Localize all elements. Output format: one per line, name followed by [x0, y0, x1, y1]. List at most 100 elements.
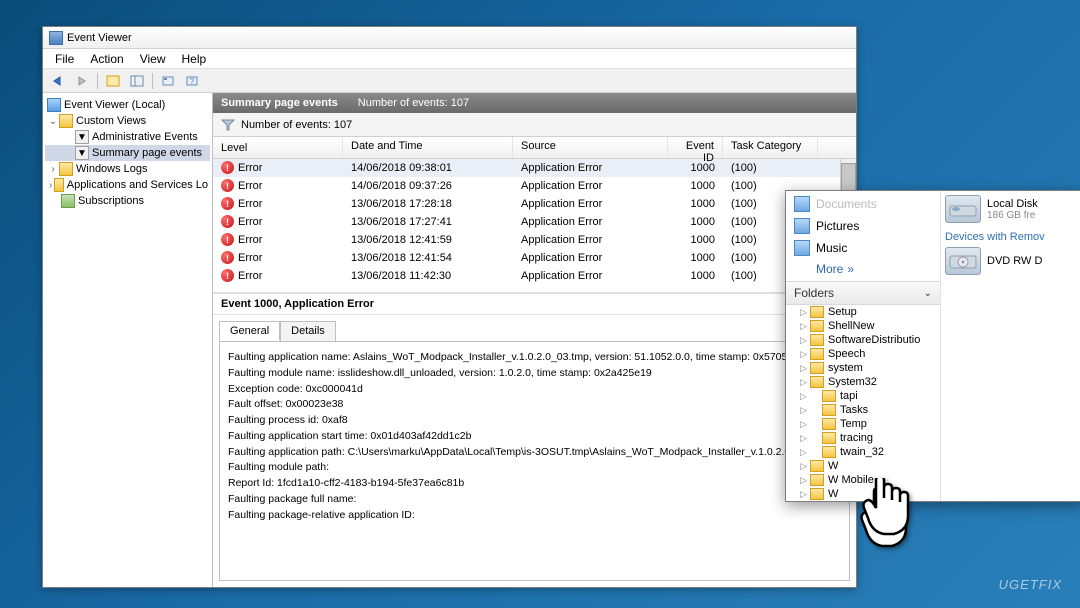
event-table[interactable]: Level Date and Time Source Event ID Task…	[213, 137, 856, 292]
expand-icon[interactable]: ▷	[800, 377, 810, 388]
error-icon: !	[221, 161, 234, 174]
expand-icon[interactable]: ▷	[800, 363, 810, 374]
help-button[interactable]: ?	[181, 71, 203, 91]
tree-app-services[interactable]: › Applications and Services Lo	[45, 177, 210, 193]
folders-list[interactable]: ▷ Setup▷ShellNew▷SoftwareDistributio▷Spee…	[786, 305, 940, 501]
expand-icon[interactable]: ›	[47, 180, 54, 191]
details-content[interactable]: Faulting application name: Aslains_WoT_M…	[219, 341, 850, 581]
folder-item[interactable]: ▷SoftwareDistributio	[786, 333, 940, 347]
cell-eventid: 1000	[668, 215, 723, 229]
panel-button[interactable]	[126, 71, 148, 91]
menu-view[interactable]: View	[132, 50, 174, 68]
expand-icon[interactable]: ▷	[800, 419, 810, 430]
tab-details[interactable]: Details	[280, 321, 336, 341]
tree-admin-events[interactable]: ▼ Administrative Events	[45, 129, 210, 145]
folder-item[interactable]: ▷twain_32	[786, 445, 940, 459]
nav-music[interactable]: Music	[786, 237, 940, 259]
cell-source: Application Error	[513, 197, 668, 211]
detail-line: Faulting package-relative application ID…	[228, 508, 841, 524]
cell-date: 13/06/2018 12:41:59	[343, 233, 513, 247]
folder-item[interactable]: ▷System32	[786, 375, 940, 389]
table-row[interactable]: !Error 13/06/2018 17:27:41 Application E…	[213, 213, 856, 231]
expand-icon[interactable]: ▷	[800, 475, 810, 486]
collapse-icon[interactable]: ⌄	[47, 116, 59, 127]
folder-icon	[810, 334, 824, 346]
filter-icon: ▼	[75, 130, 89, 144]
cell-source: Application Error	[513, 161, 668, 175]
col-eventid[interactable]: Event ID	[668, 137, 723, 158]
table-row[interactable]: !Error 13/06/2018 12:41:59 Application E…	[213, 231, 856, 249]
back-button[interactable]	[47, 71, 69, 91]
detail-line: Fault offset: 0x00023e38	[228, 397, 841, 413]
explorer-content[interactable]: Local Disk 186 GB fre Devices with Remov…	[941, 191, 1080, 501]
dvd-drive[interactable]: DVD RW D	[945, 247, 1080, 275]
folder-label: Setup	[828, 306, 857, 318]
menu-file[interactable]: File	[47, 50, 82, 68]
expand-icon[interactable]: ▷	[800, 433, 810, 444]
folder-item[interactable]: ▷Tasks	[786, 403, 940, 417]
folders-header[interactable]: Folders ⌄	[786, 281, 940, 305]
folder-item[interactable]: ▷tracing	[786, 431, 940, 445]
nav-documents[interactable]: Documents	[786, 193, 940, 215]
folder-item[interactable]: ▷system	[786, 361, 940, 375]
col-date[interactable]: Date and Time	[343, 137, 513, 158]
details-tabs: General Details	[213, 315, 856, 341]
chevron-down-icon: ⌄	[924, 288, 932, 299]
expand-icon[interactable]: ▷	[800, 447, 810, 458]
menu-help[interactable]: Help	[174, 50, 215, 68]
header-count: Number of events: 107	[358, 97, 469, 109]
detail-line: Faulting module path:	[228, 460, 841, 476]
folder-label: Temp	[840, 418, 867, 430]
cell-source: Application Error	[513, 269, 668, 283]
nav-more[interactable]: More »	[786, 259, 940, 279]
expand-icon[interactable]: ▷	[800, 349, 810, 360]
separator	[152, 73, 153, 89]
col-source[interactable]: Source	[513, 137, 668, 158]
expand-icon[interactable]: ▷	[800, 461, 810, 472]
folder-item[interactable]: ▷W	[786, 459, 940, 473]
col-task[interactable]: Task Category	[723, 137, 818, 158]
tree-windows-logs[interactable]: › Windows Logs	[45, 161, 210, 177]
properties-button[interactable]	[157, 71, 179, 91]
folder-icon	[810, 488, 824, 500]
expand-icon[interactable]: ▷	[800, 321, 810, 332]
tab-general[interactable]: General	[219, 321, 280, 341]
folder-icon	[810, 320, 824, 332]
expand-icon[interactable]: ▷	[800, 489, 810, 500]
col-level[interactable]: Level	[213, 137, 343, 158]
table-row[interactable]: !Error 13/06/2018 12:41:54 Application E…	[213, 249, 856, 267]
nav-pictures[interactable]: Pictures	[786, 215, 940, 237]
expand-icon[interactable]: ›	[47, 164, 59, 175]
local-disk[interactable]: Local Disk 186 GB fre	[945, 195, 1080, 223]
folder-label: tapi	[840, 390, 858, 402]
menu-action[interactable]: Action	[82, 50, 131, 68]
folder-item[interactable]: ▷ Temp	[786, 417, 940, 431]
show-hide-button[interactable]	[102, 71, 124, 91]
nav-label: Documents	[816, 197, 877, 211]
documents-icon	[794, 196, 810, 212]
tree-summary-events[interactable]: ▼ Summary page events	[45, 145, 210, 161]
tree-root[interactable]: Event Viewer (Local)	[45, 97, 210, 113]
title-bar[interactable]: Event Viewer	[43, 27, 856, 49]
table-body[interactable]: !Error 14/06/2018 09:38:01 Application E…	[213, 159, 856, 292]
folder-item[interactable]: ▷ShellNew	[786, 319, 940, 333]
table-row[interactable]: !Error 14/06/2018 09:37:26 Application E…	[213, 177, 856, 195]
nav-label: Music	[816, 241, 847, 255]
tree-pane[interactable]: Event Viewer (Local) ⌄ Custom Views ▼ Ad…	[43, 93, 213, 587]
forward-button[interactable]	[71, 71, 93, 91]
folder-item[interactable]: ▷ tapi	[786, 389, 940, 403]
cell-date: 14/06/2018 09:37:26	[343, 179, 513, 193]
table-row[interactable]: !Error 14/06/2018 09:38:01 Application E…	[213, 159, 856, 177]
expand-icon[interactable]: ▷	[800, 335, 810, 346]
expand-icon[interactable]: ▷	[800, 391, 810, 402]
table-row[interactable]: !Error 13/06/2018 11:42:30 Application E…	[213, 267, 856, 285]
expand-icon[interactable]: ▷	[800, 307, 810, 318]
error-icon: !	[221, 197, 234, 210]
tree-label: Applications and Services Lo	[67, 179, 208, 191]
tree-subscriptions[interactable]: Subscriptions	[45, 193, 210, 209]
tree-custom-views[interactable]: ⌄ Custom Views	[45, 113, 210, 129]
folder-item[interactable]: ▷ Setup	[786, 305, 940, 319]
folder-item[interactable]: ▷Speech	[786, 347, 940, 361]
expand-icon[interactable]: ▷	[800, 405, 810, 416]
table-row[interactable]: !Error 13/06/2018 17:28:18 Application E…	[213, 195, 856, 213]
